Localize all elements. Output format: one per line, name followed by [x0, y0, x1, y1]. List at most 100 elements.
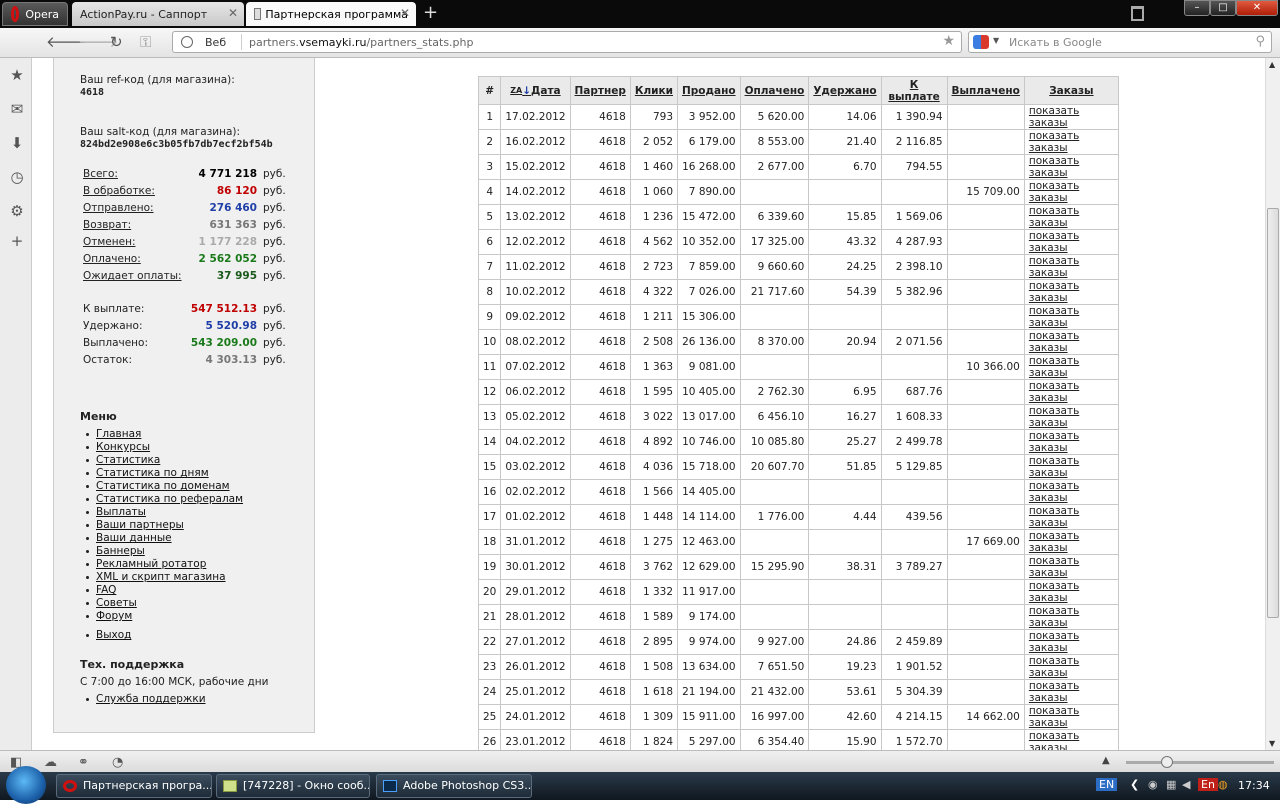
- scroll-up-icon[interactable]: ▲: [1269, 60, 1275, 69]
- show-orders-link[interactable]: показать заказы: [1023, 479, 1119, 505]
- show-orders-link[interactable]: показать заказы: [1023, 429, 1119, 455]
- maximize-button[interactable]: □: [1210, 0, 1236, 16]
- search-icon[interactable]: ⚲: [1255, 34, 1265, 49]
- tray-volume-icon[interactable]: ◀: [1182, 778, 1190, 791]
- scrollbar-thumb[interactable]: [1267, 208, 1279, 618]
- tray-app-icon[interactable]: ◉: [1148, 778, 1158, 791]
- stat-link[interactable]: Отменен:: [83, 236, 136, 248]
- close-tab-icon[interactable]: ✕: [228, 6, 238, 20]
- menu-item[interactable]: Главная: [84, 428, 243, 441]
- show-orders-link[interactable]: показать заказы: [1023, 229, 1119, 255]
- show-orders-link[interactable]: показать заказы: [1023, 204, 1119, 230]
- stat-link[interactable]: Оплачено:: [83, 253, 141, 265]
- show-orders-link[interactable]: показать заказы: [1023, 579, 1119, 605]
- menu-item[interactable]: Советы: [84, 597, 243, 610]
- zoom-out-icon[interactable]: ▲: [1102, 755, 1110, 766]
- show-orders-link[interactable]: показать заказы: [1023, 504, 1119, 530]
- column-header[interactable]: Выплачено: [946, 76, 1025, 105]
- menu-item[interactable]: FAQ: [84, 584, 243, 597]
- show-orders-link[interactable]: показать заказы: [1023, 254, 1119, 280]
- unite-cloud-icon[interactable]: ☁: [44, 755, 57, 770]
- language-indicator[interactable]: EN: [1096, 778, 1118, 791]
- show-orders-link[interactable]: показать заказы: [1023, 379, 1119, 405]
- show-orders-link[interactable]: показать заказы: [1023, 179, 1119, 205]
- scroll-down-icon[interactable]: ▼: [1269, 739, 1275, 748]
- show-orders-link[interactable]: показать заказы: [1023, 129, 1119, 155]
- taskbar-clock[interactable]: 17:34: [1238, 779, 1270, 792]
- chevron-down-icon[interactable]: ▼: [993, 36, 999, 45]
- downloads-icon[interactable]: ⬇: [8, 134, 26, 152]
- column-header[interactable]: Заказы: [1023, 76, 1119, 105]
- search-placeholder[interactable]: Искать в Google: [1009, 36, 1102, 49]
- stat-link[interactable]: Возврат:: [83, 219, 131, 231]
- column-header[interactable]: ZA↓Дата: [500, 76, 571, 105]
- show-orders-link[interactable]: показать заказы: [1023, 704, 1119, 730]
- show-orders-link[interactable]: показать заказы: [1023, 454, 1119, 480]
- history-clock-icon[interactable]: ◷: [8, 168, 26, 186]
- show-orders-link[interactable]: показать заказы: [1023, 279, 1119, 305]
- speed-dial-icon[interactable]: ◔: [112, 755, 123, 770]
- menu-item[interactable]: Ваши партнеры: [84, 519, 243, 532]
- show-orders-link[interactable]: показать заказы: [1023, 304, 1119, 330]
- close-window-button[interactable]: ✕: [1236, 0, 1278, 16]
- google-logo-icon[interactable]: [973, 35, 989, 49]
- tray-chevron-icon[interactable]: ❮: [1130, 778, 1139, 791]
- address-url[interactable]: partners.vsemayki.ru/partners_stats.php: [249, 36, 474, 49]
- address-scope[interactable]: Веб: [205, 36, 226, 49]
- settings-gear-icon[interactable]: ⚙: [8, 202, 26, 220]
- show-orders-link[interactable]: показать заказы: [1023, 554, 1119, 580]
- taskbar-item-photoshop[interactable]: Adobe Photoshop CS3...: [376, 774, 532, 798]
- menu-item[interactable]: Рекламный ротатор: [84, 558, 243, 571]
- bookmarks-star-icon[interactable]: ★: [8, 66, 26, 84]
- stat-link[interactable]: В обработке:: [83, 185, 155, 197]
- tab-actionpay[interactable]: ActionPay.ru - Саппорт ✕: [72, 2, 244, 26]
- add-panel-icon[interactable]: +: [8, 232, 26, 250]
- menu-item[interactable]: Статистика по доменам: [84, 480, 243, 493]
- taskbar-item-opera[interactable]: Партнерская програ...: [56, 774, 212, 798]
- menu-item[interactable]: Статистика по дням: [84, 467, 243, 480]
- menu-item[interactable]: Баннеры: [84, 545, 243, 558]
- column-header[interactable]: Клики: [629, 76, 679, 105]
- turbo-icon[interactable]: ⚭: [78, 755, 89, 770]
- show-orders-link[interactable]: показать заказы: [1023, 654, 1119, 680]
- zoom-slider[interactable]: [1126, 756, 1274, 768]
- vertical-scrollbar[interactable]: ▲ ▼: [1265, 58, 1280, 750]
- column-header[interactable]: К выплате: [880, 76, 948, 105]
- show-orders-link[interactable]: показать заказы: [1023, 629, 1119, 655]
- menu-item[interactable]: Выплаты: [84, 506, 243, 519]
- menu-item[interactable]: Конкурсы: [84, 441, 243, 454]
- menu-item[interactable]: XML и скрипт магазина: [84, 571, 243, 584]
- menu-item[interactable]: Статистика по рефералам: [84, 493, 243, 506]
- menu-item[interactable]: Форум: [84, 610, 243, 623]
- show-orders-link[interactable]: показать заказы: [1023, 354, 1119, 380]
- support-link[interactable]: Служба поддержки: [84, 693, 206, 706]
- show-orders-link[interactable]: показать заказы: [1023, 679, 1119, 705]
- column-header[interactable]: Оплачено: [739, 76, 810, 105]
- bookmark-star-icon[interactable]: ★: [942, 33, 955, 49]
- new-tab-icon[interactable]: +: [423, 4, 438, 22]
- show-orders-link[interactable]: показать заказы: [1023, 729, 1119, 750]
- mail-icon[interactable]: ✉: [8, 100, 26, 118]
- column-header[interactable]: Продано: [677, 76, 741, 105]
- show-orders-link[interactable]: показать заказы: [1023, 404, 1119, 430]
- opera-menu-button[interactable]: Opera: [2, 2, 68, 26]
- show-orders-link[interactable]: показать заказы: [1023, 104, 1119, 130]
- menu-item[interactable]: Выход: [84, 629, 243, 642]
- sort-za-icon[interactable]: ZA: [510, 87, 522, 95]
- stat-link[interactable]: Всего:: [83, 168, 118, 180]
- show-orders-link[interactable]: показать заказы: [1023, 529, 1119, 555]
- zoom-knob[interactable]: [1161, 756, 1173, 768]
- windows-start-button[interactable]: [6, 766, 46, 804]
- menu-item[interactable]: Статистика: [84, 454, 243, 467]
- show-orders-link[interactable]: показать заказы: [1023, 604, 1119, 630]
- menu-item[interactable]: Ваши данные: [84, 532, 243, 545]
- reload-icon[interactable]: ↻: [110, 34, 123, 50]
- tray-update-icon[interactable]: ◍: [1218, 778, 1228, 791]
- minimize-button[interactable]: –: [1184, 0, 1210, 16]
- stat-link[interactable]: Отправлено:: [83, 202, 154, 214]
- tab-partner-program[interactable]: Партнерская программа ✕: [246, 2, 416, 26]
- taskbar-item-message[interactable]: [747228] - Окно сооб...: [216, 774, 370, 798]
- key-icon[interactable]: ⚿: [140, 34, 151, 50]
- close-tab-icon[interactable]: ✕: [400, 6, 410, 20]
- trash-icon[interactable]: [1131, 6, 1144, 21]
